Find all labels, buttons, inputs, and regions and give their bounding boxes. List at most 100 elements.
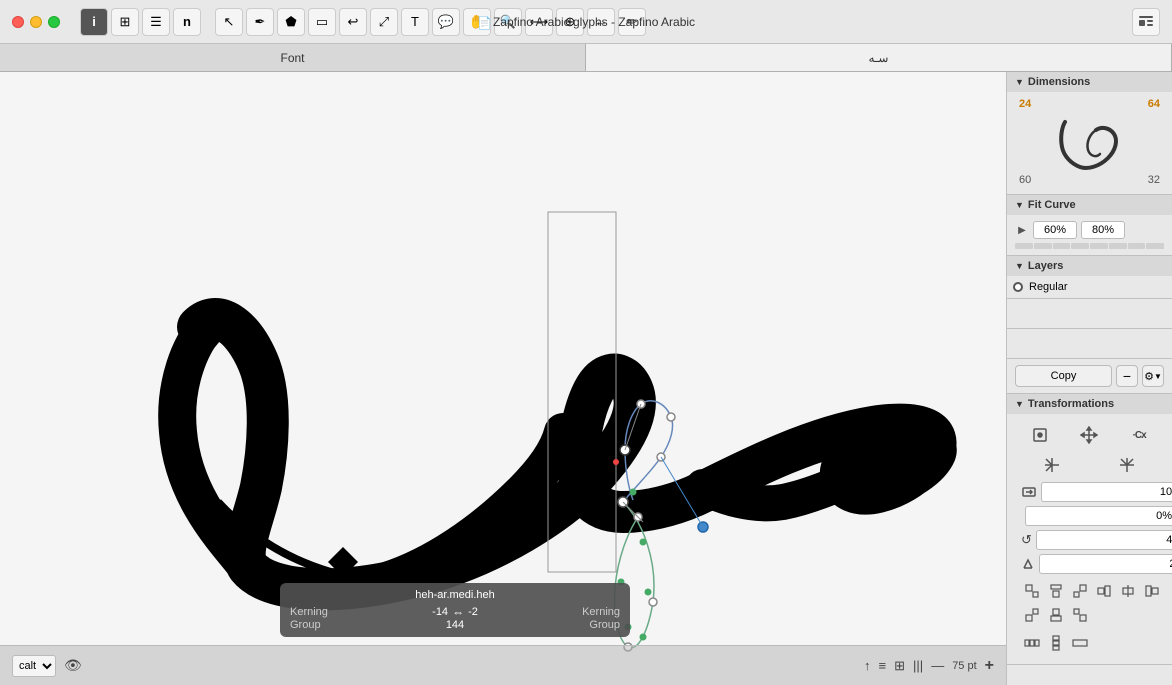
view-icon-1[interactable]: ↑ xyxy=(864,658,871,673)
align-mr-icon[interactable] xyxy=(1141,580,1163,602)
fit-curve-header[interactable]: ▼ Fit Curve xyxy=(1007,195,1172,215)
kerning-icon: ⇔ xyxy=(452,605,464,619)
flip-vertical-icon[interactable] xyxy=(1116,454,1138,476)
chevron-down-icon: ▼ xyxy=(1154,372,1162,381)
select-tool-button[interactable]: ↖ xyxy=(215,8,243,36)
fit-curve-arrow: ▼ xyxy=(1015,200,1024,210)
extra-icon-1[interactable] xyxy=(1069,632,1091,654)
layer-empty-1 xyxy=(1007,299,1172,329)
view-icon-3[interactable]: ⊞ xyxy=(894,658,905,674)
status-left: calt 👁 xyxy=(12,655,82,677)
fit-curve-input-1[interactable] xyxy=(1033,221,1077,239)
layers-header[interactable]: ▼ Layers xyxy=(1007,256,1172,276)
transformations-arrow: ▼ xyxy=(1015,399,1024,409)
text-mode-button[interactable]: T xyxy=(401,8,429,36)
dimensions-content: 24 64 60 32 xyxy=(1007,92,1172,194)
scale-input[interactable] xyxy=(1042,486,1172,498)
align-tc-icon[interactable] xyxy=(1045,580,1067,602)
skew-left-icon[interactable] xyxy=(1021,555,1035,573)
fit-curve-input-2[interactable] xyxy=(1081,221,1125,239)
fit-curve-play-button[interactable]: ▶ xyxy=(1015,223,1029,237)
rect-tool-button[interactable]: ▭ xyxy=(308,8,336,36)
rotation-pct-row: ▲ ▼ xyxy=(1015,504,1164,528)
slider-seg-1 xyxy=(1015,243,1033,249)
align-bc-icon[interactable] xyxy=(1045,604,1067,626)
zoom-plus-button[interactable]: + xyxy=(985,657,994,675)
tab-glyph[interactable]: سـه xyxy=(586,44,1172,71)
layer-dot-regular xyxy=(1013,282,1023,292)
transformations-label: Transformations xyxy=(1028,398,1114,410)
minus-button[interactable]: − xyxy=(1116,365,1138,387)
paint-bucket-button[interactable]: ⬟ xyxy=(277,8,305,36)
text-n-button[interactable]: n xyxy=(173,8,201,36)
speech-bubble-button[interactable]: 💬 xyxy=(432,8,460,36)
fit-curve-section: ▼ Fit Curve ▶ xyxy=(1007,195,1172,256)
window-title: 📄 Zapfino Arabic.glyphs - Zapfino Arabic xyxy=(477,15,695,29)
grid-view-button[interactable]: ⊞ xyxy=(111,8,139,36)
align-ml-icon[interactable] xyxy=(1093,580,1115,602)
skew-input-group: ▲ ▼ xyxy=(1039,554,1172,574)
actions-row: Copy − ⚙ ▼ xyxy=(1007,359,1172,394)
fullscreen-button[interactable] xyxy=(48,16,60,28)
traffic-lights xyxy=(0,16,60,28)
dimensions-arrow: ▼ xyxy=(1015,77,1024,87)
rotate-row: ↺ ▲ ▼ ↻ xyxy=(1015,528,1164,552)
info-tool-button[interactable]: i xyxy=(80,8,108,36)
minimize-button[interactable] xyxy=(30,16,42,28)
align-br-icon[interactable] xyxy=(1069,604,1091,626)
kerning-left-value: -14 xyxy=(432,606,448,618)
dimensions-section: ▼ Dimensions 24 64 60 32 xyxy=(1007,72,1172,195)
file-icon: 📄 xyxy=(477,16,489,28)
glyph-info-popup: heh-ar.medi.heh Kerning -14 ⇔ -2 Kerning… xyxy=(280,583,630,637)
view-icon-4[interactable]: ||| xyxy=(913,658,923,673)
align-center-icon[interactable] xyxy=(1029,424,1051,446)
dimensions-header[interactable]: ▼ Dimensions xyxy=(1007,72,1172,92)
dim-top-left: 24 xyxy=(1019,98,1031,110)
align-tr-icon[interactable] xyxy=(1069,580,1091,602)
distribute-h-icon[interactable] xyxy=(1021,632,1043,654)
rotation-pct-input[interactable] xyxy=(1026,510,1172,522)
move-icon[interactable] xyxy=(1078,424,1100,446)
tab-bar: Font سـه xyxy=(0,44,1172,72)
rotate-ccw-icon[interactable]: ↺ xyxy=(1021,531,1032,549)
sidebar-toggle-button[interactable] xyxy=(1132,8,1160,36)
transform-icons-row-2 xyxy=(1015,450,1164,480)
layer-item-regular[interactable]: Regular xyxy=(1007,278,1172,296)
list-view-button[interactable]: ☰ xyxy=(142,8,170,36)
center-x-icon[interactable]: ·Cx xyxy=(1128,424,1150,446)
layer-name-regular: Regular xyxy=(1029,281,1068,293)
rotate-input-group: ▲ ▼ xyxy=(1036,530,1172,550)
rotate-input[interactable] xyxy=(1037,534,1172,546)
undo-button[interactable]: ↩ xyxy=(339,8,367,36)
canvas-area[interactable]: heh-ar.medi.heh Kerning -14 ⇔ -2 Kerning… xyxy=(0,72,1006,685)
close-button[interactable] xyxy=(12,16,24,28)
right-panel: ▼ Dimensions 24 64 60 32 xyxy=(1006,72,1172,685)
titlebar: i ⊞ ☰ n ↖ ✒ ⬟ ▭ ↩ ⤢ T 💬 ✋ 🔍 ⟷ ⊕ ← ✏ 📄 Za… xyxy=(0,0,1172,44)
gear-button[interactable]: ⚙ ▼ xyxy=(1142,365,1164,387)
scale-h-icon[interactable] xyxy=(1021,483,1037,501)
pen-tool-button[interactable]: ✒ xyxy=(246,8,274,36)
copy-button[interactable]: Copy xyxy=(1015,365,1112,387)
group-left-label: Group xyxy=(290,619,321,631)
tab-font[interactable]: Font xyxy=(0,44,586,71)
fit-curve-sliders xyxy=(1015,243,1164,249)
skew-input[interactable] xyxy=(1040,558,1172,570)
view-icon-2[interactable]: ≡ xyxy=(879,658,887,673)
distribute-v-icon[interactable] xyxy=(1045,632,1067,654)
slider-seg-6 xyxy=(1109,243,1127,249)
align-bl-icon[interactable] xyxy=(1021,604,1043,626)
calt-select[interactable]: calt xyxy=(12,655,56,677)
flip-horizontal-icon[interactable] xyxy=(1041,454,1063,476)
resize-tool-button[interactable]: ⤢ xyxy=(370,8,398,36)
dimensions-label: Dimensions xyxy=(1028,76,1090,88)
slider-seg-8 xyxy=(1146,243,1164,249)
layers-section: ▼ Layers Regular xyxy=(1007,256,1172,299)
slider-seg-7 xyxy=(1128,243,1146,249)
align-mc-icon[interactable] xyxy=(1117,580,1139,602)
transformations-header[interactable]: ▼ Transformations xyxy=(1007,394,1172,414)
align-tl-icon[interactable] xyxy=(1021,580,1043,602)
dim-top-right: 64 xyxy=(1148,98,1160,110)
eye-icon[interactable]: 👁 xyxy=(64,657,82,674)
main-layout: heh-ar.medi.heh Kerning -14 ⇔ -2 Kerning… xyxy=(0,72,1172,685)
view-icon-5[interactable]: — xyxy=(931,658,944,673)
